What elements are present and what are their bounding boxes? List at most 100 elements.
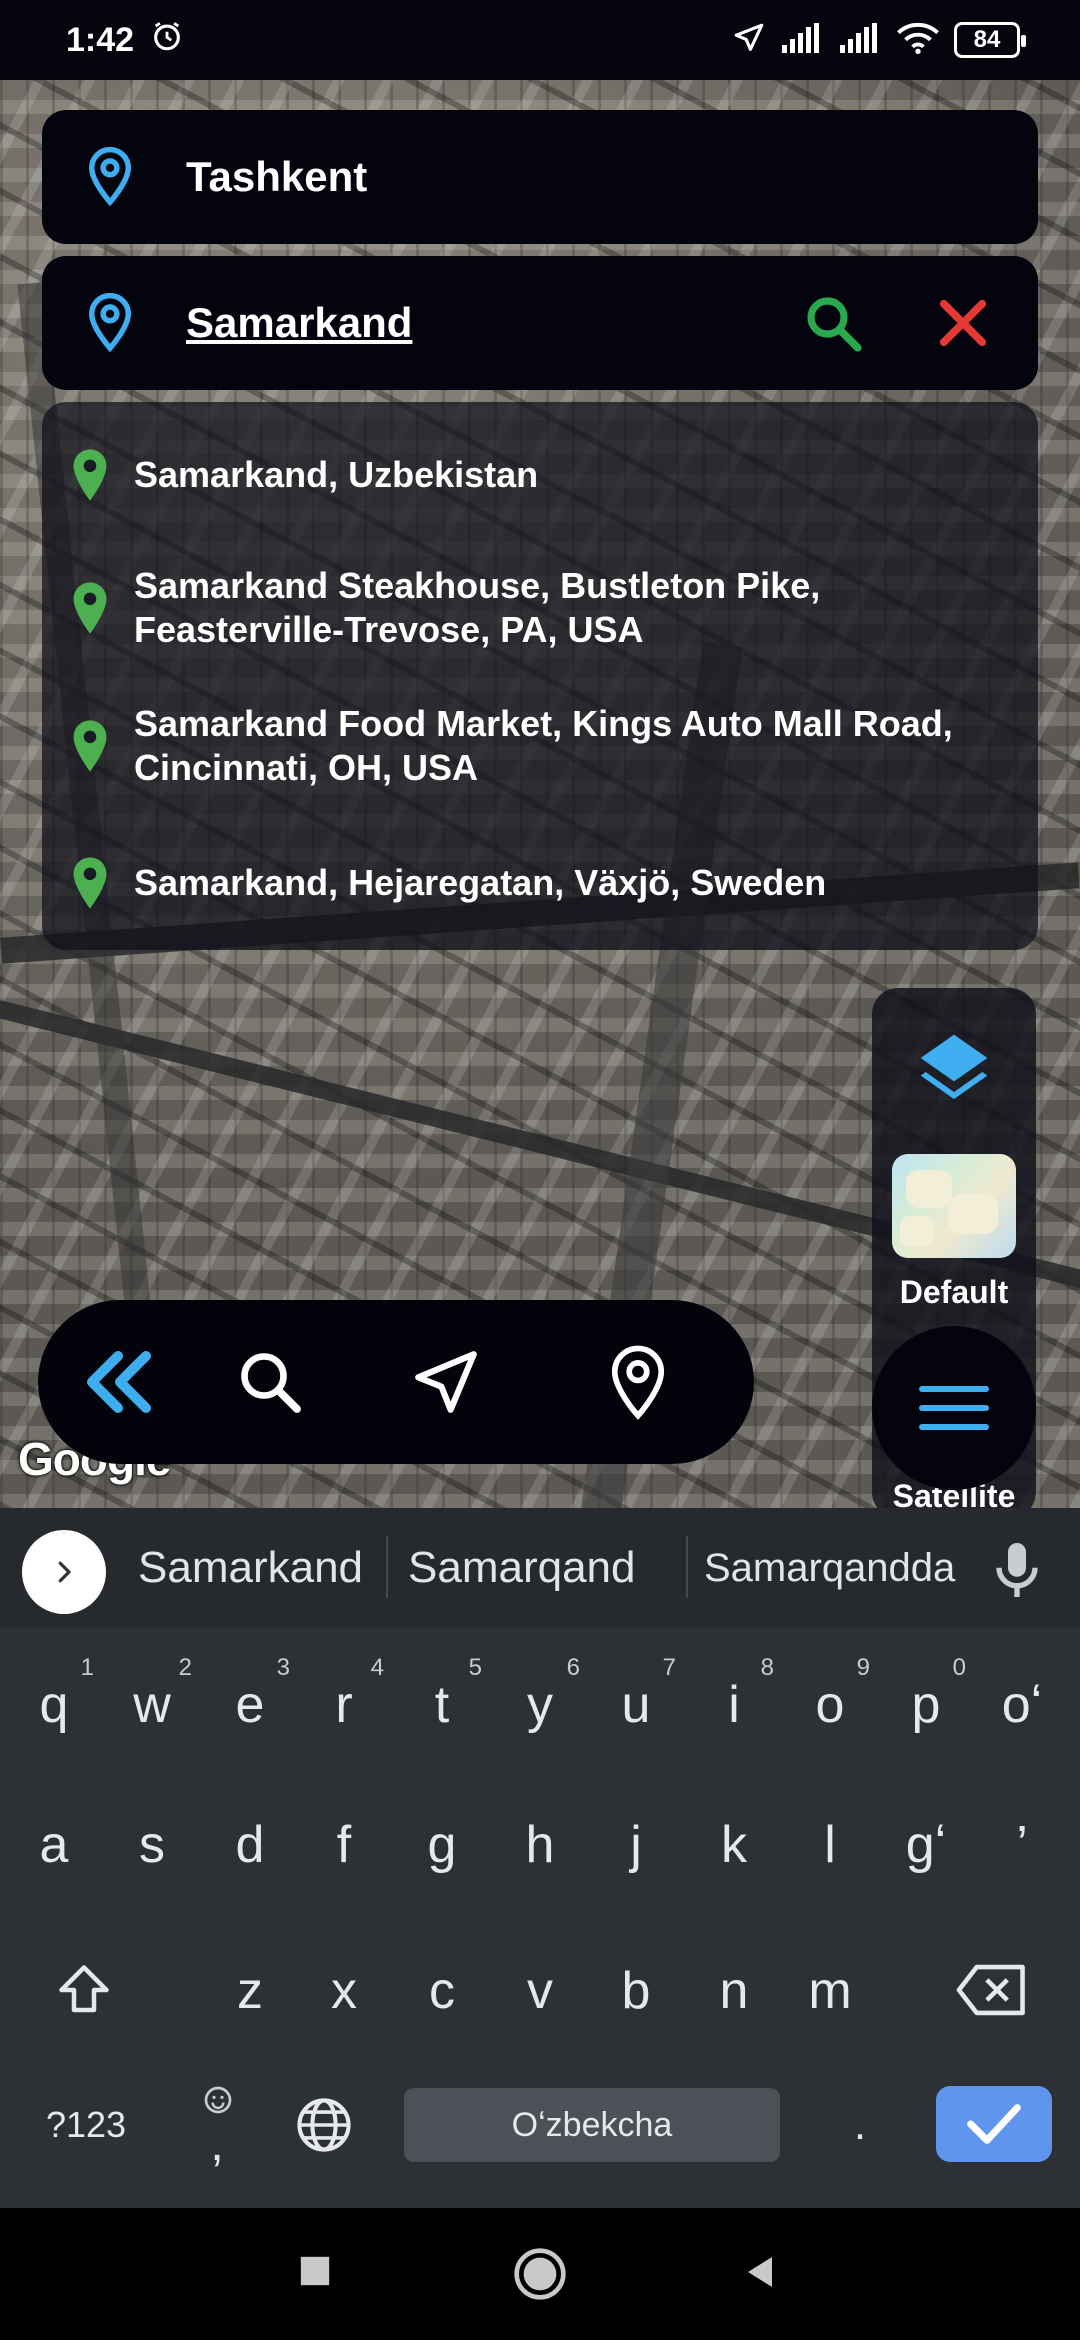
- key-number: 4: [370, 1654, 384, 1681]
- key-w[interactable]: w2: [104, 1650, 200, 1760]
- key-label: o: [815, 1676, 845, 1734]
- hamburger-menu-icon: [919, 1386, 989, 1430]
- key-u[interactable]: u7: [588, 1650, 684, 1760]
- recent-apps-icon[interactable]: [298, 2254, 332, 2288]
- navigation-arrow-icon: [415, 1351, 477, 1413]
- key-l[interactable]: l: [782, 1790, 878, 1900]
- location-pin-icon: [73, 582, 107, 634]
- key-s[interactable]: s: [104, 1790, 200, 1900]
- comma-label: ,: [210, 2118, 224, 2171]
- key-label: i: [728, 1676, 740, 1734]
- menu-button[interactable]: [872, 1326, 1036, 1490]
- collapse-button[interactable]: [78, 1340, 162, 1424]
- location-pin-icon: [73, 449, 107, 501]
- key-p[interactable]: p0: [878, 1650, 974, 1760]
- suggestion-item[interactable]: Samarkand, Uzbekistan: [42, 442, 1038, 508]
- key-number: 9: [856, 1654, 870, 1681]
- layers-icon[interactable]: [912, 1028, 996, 1108]
- check-icon: [967, 2104, 1021, 2144]
- search-button[interactable]: [228, 1340, 312, 1424]
- key-k[interactable]: k: [686, 1790, 782, 1900]
- shift-key[interactable]: [36, 1936, 132, 2046]
- status-time: 1:42: [66, 20, 135, 59]
- globe-icon: [297, 2098, 351, 2152]
- suggestion-item[interactable]: Samarkand Steakhouse, Bustleton Pike, Fe…: [42, 562, 1038, 654]
- suggestion-label: Samarkand Food Market, Kings Auto Mall R…: [134, 703, 953, 788]
- key-r[interactable]: r4: [296, 1650, 392, 1760]
- destination-input[interactable]: Samarkand: [186, 299, 412, 347]
- key-number: 2: [178, 1654, 192, 1681]
- suggestion-divider: [386, 1536, 388, 1598]
- key-n[interactable]: n: [686, 1936, 782, 2046]
- suggestion-label: Samarkand, Hejaregatan, Växjö, Sweden: [134, 862, 827, 903]
- key-q[interactable]: q1: [6, 1650, 102, 1760]
- key-label: t: [434, 1676, 450, 1734]
- search-icon[interactable]: [800, 290, 866, 356]
- key-label: y: [527, 1676, 553, 1734]
- key-c[interactable]: c: [394, 1936, 490, 2046]
- key-label: oʻ: [1001, 1676, 1043, 1734]
- key-g[interactable]: g: [394, 1790, 490, 1900]
- default-map-thumbnail[interactable]: [892, 1154, 1016, 1258]
- key-label: p: [911, 1676, 941, 1734]
- suggestion-list: Samarkand, Uzbekistan Samarkand Steakhou…: [42, 402, 1038, 950]
- origin-text: Tashkent: [186, 153, 368, 200]
- comma-key[interactable]: ,: [172, 2070, 262, 2180]
- key-label: u: [621, 1676, 651, 1734]
- key-z[interactable]: z: [202, 1936, 298, 2046]
- suggestion-item[interactable]: Samarkand, Hejaregatan, Växjö, Sweden: [42, 850, 1038, 916]
- location-pin-icon: [88, 146, 132, 207]
- backspace-key[interactable]: [944, 1936, 1040, 2046]
- home-icon[interactable]: [512, 2246, 568, 2302]
- key-number: 1: [80, 1654, 94, 1681]
- key-h[interactable]: h: [492, 1790, 588, 1900]
- alarm-icon: [150, 19, 184, 62]
- key-m[interactable]: m: [782, 1936, 878, 2046]
- key-t[interactable]: t5: [394, 1650, 490, 1760]
- key-b[interactable]: b: [588, 1936, 684, 2046]
- word-suggestion[interactable]: Samarqand: [408, 1532, 635, 1604]
- key-o[interactable]: o9: [782, 1650, 878, 1760]
- key-number: 0: [952, 1654, 966, 1681]
- key-number: 6: [566, 1654, 580, 1681]
- word-suggestion[interactable]: Samarkand: [138, 1532, 363, 1604]
- microphone-icon[interactable]: [990, 1538, 1044, 1602]
- origin-field[interactable]: Tashkent: [42, 110, 1038, 244]
- key-label: w: [133, 1676, 171, 1734]
- navigate-button[interactable]: [404, 1340, 488, 1424]
- key-y[interactable]: y6: [492, 1650, 588, 1760]
- language-key[interactable]: [276, 2070, 372, 2180]
- wifi-icon: [896, 22, 940, 59]
- close-icon[interactable]: [930, 290, 996, 356]
- key-label: q: [39, 1676, 69, 1734]
- word-suggestion[interactable]: Samarqandda: [704, 1532, 955, 1604]
- key-apostrophe[interactable]: ’: [974, 1790, 1070, 1900]
- battery-indicator: 84: [954, 22, 1026, 58]
- keyboard-suggestion-strip: Samarkand Samarqand Samarqandda: [0, 1508, 1080, 1628]
- key-v[interactable]: v: [492, 1936, 588, 2046]
- destination-field[interactable]: Samarkand: [42, 256, 1038, 390]
- key-f[interactable]: f: [296, 1790, 392, 1900]
- key-g-modifier[interactable]: gʻ: [878, 1790, 974, 1900]
- key-label: e: [235, 1676, 265, 1734]
- key-o-modifier[interactable]: oʻ: [974, 1650, 1070, 1760]
- key-x[interactable]: x: [296, 1936, 392, 2046]
- key-d[interactable]: d: [202, 1790, 298, 1900]
- symbols-key[interactable]: ?123: [36, 2070, 136, 2180]
- status-bar: 1:42 84: [0, 0, 1080, 80]
- key-e[interactable]: e3: [202, 1650, 298, 1760]
- key-a[interactable]: a: [6, 1790, 102, 1900]
- location-pin-icon: [611, 1345, 665, 1420]
- chevron-right-icon: [58, 1561, 71, 1583]
- key-i[interactable]: i8: [686, 1650, 782, 1760]
- enter-key[interactable]: [936, 2086, 1052, 2162]
- search-icon: [241, 1353, 301, 1413]
- my-location-button[interactable]: [596, 1340, 680, 1424]
- suggestion-item[interactable]: Samarkand Food Market, Kings Auto Mall R…: [42, 700, 1038, 792]
- space-key[interactable]: Oʻzbekcha: [404, 2088, 780, 2162]
- period-key[interactable]: .: [812, 2070, 908, 2180]
- expand-toolbar-button[interactable]: [22, 1530, 106, 1614]
- location-arrow-icon: [732, 21, 766, 60]
- key-j[interactable]: j: [588, 1790, 684, 1900]
- back-icon[interactable]: [742, 2252, 778, 2292]
